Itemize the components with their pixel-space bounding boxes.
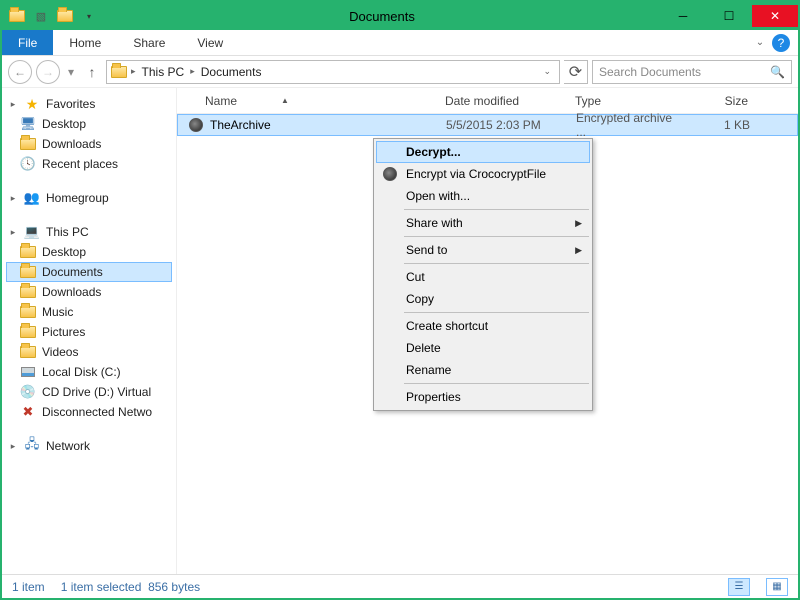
drive-icon (20, 364, 36, 380)
menu-item[interactable]: Decrypt... (376, 141, 590, 163)
refresh-button[interactable]: ⟳ (564, 60, 588, 84)
column-headers: Name▲ Date modified Type Size (177, 88, 798, 114)
nav-network[interactable]: ▸🖧Network (6, 436, 172, 456)
context-menu: Decrypt...Encrypt via CrococryptFileOpen… (373, 138, 593, 411)
close-button[interactable]: ✕ (752, 5, 798, 27)
minimize-button[interactable]: ─ (660, 5, 706, 27)
nav-item-documents[interactable]: Documents (6, 262, 172, 282)
folder-icon (20, 344, 36, 360)
status-count: 1 item (12, 580, 45, 594)
file-row[interactable]: TheArchive 5/5/2015 2:03 PM Encrypted ar… (177, 114, 798, 136)
menu-item[interactable]: Delete (376, 337, 590, 359)
qat-newfolder-icon[interactable] (54, 5, 76, 27)
nav-item-netdrive[interactable]: ✖Disconnected Netwo (6, 402, 172, 422)
sort-asc-icon: ▲ (281, 96, 289, 105)
submenu-arrow-icon: ▶ (575, 245, 582, 256)
nav-item-desktop2[interactable]: Desktop (6, 242, 172, 262)
breadcrumb-sep-icon: ▸ (190, 66, 195, 77)
qat-properties-icon[interactable]: ▧ (30, 5, 52, 27)
nav-item-localdisk[interactable]: Local Disk (C:) (6, 362, 172, 382)
history-dropdown-icon[interactable]: ▾ (64, 60, 78, 84)
search-placeholder: Search Documents (599, 65, 701, 79)
file-size: 1 KB (688, 118, 758, 132)
breadcrumb[interactable]: This PC (140, 65, 187, 79)
nav-thispc[interactable]: ▸💻This PC (6, 222, 172, 242)
col-type[interactable]: Type (567, 94, 687, 108)
ribbon-expand-icon[interactable]: ⌄ (752, 30, 768, 55)
help-icon[interactable]: ? (772, 34, 790, 52)
maximize-button[interactable]: ☐ (706, 5, 752, 27)
menu-item[interactable]: Create shortcut (376, 315, 590, 337)
ribbon-tabs: File Home Share View ⌄ ? (2, 30, 798, 56)
menu-item[interactable]: Properties (376, 386, 590, 408)
computer-icon: 💻 (24, 224, 40, 240)
qat-dropdown-icon[interactable]: ▾ (78, 5, 100, 27)
view-icons-button[interactable]: ▦ (766, 578, 788, 596)
qat-icon-folder[interactable] (6, 5, 28, 27)
address-row: ← → ▾ ↑ ▸ This PC ▸ Documents ⌄ ⟳ Search… (2, 56, 798, 88)
window-title: Documents (104, 9, 660, 24)
nav-item-downloads[interactable]: Downloads (6, 134, 172, 154)
status-bytes: 856 bytes (148, 580, 200, 594)
breadcrumb-sep-icon: ▸ (131, 66, 136, 77)
back-button[interactable]: ← (8, 60, 32, 84)
file-icon (188, 117, 204, 133)
folder-icon (20, 324, 36, 340)
menu-item[interactable]: Send to▶ (376, 239, 590, 261)
nav-homegroup[interactable]: ▸👥Homegroup (6, 188, 172, 208)
folder-icon (20, 264, 36, 280)
folder-icon (20, 244, 36, 260)
folder-icon (20, 284, 36, 300)
col-date[interactable]: Date modified (437, 94, 567, 108)
nav-item-downloads2[interactable]: Downloads (6, 282, 172, 302)
nav-item-desktop[interactable]: 🖥Desktop (6, 114, 172, 134)
view-details-button[interactable]: ☰ (728, 578, 750, 596)
file-type: Encrypted archive ... (568, 111, 688, 139)
status-selected: 1 item selected (61, 580, 142, 594)
folder-icon (20, 304, 36, 320)
status-bar: 1 item 1 item selected 856 bytes ☰ ▦ (2, 574, 798, 598)
tab-home[interactable]: Home (53, 30, 117, 55)
col-name[interactable]: Name▲ (177, 94, 437, 108)
menu-item[interactable]: Open with... (376, 185, 590, 207)
menu-item[interactable]: Copy (376, 288, 590, 310)
nav-item-videos[interactable]: Videos (6, 342, 172, 362)
breadcrumb[interactable]: Documents (199, 65, 264, 79)
tab-share[interactable]: Share (117, 30, 181, 55)
cd-icon: 💿 (20, 384, 36, 400)
address-bar[interactable]: ▸ This PC ▸ Documents ⌄ (106, 60, 560, 84)
title-bar: ▧ ▾ Documents ─ ☐ ✕ (2, 2, 798, 30)
file-date: 5/5/2015 2:03 PM (438, 118, 568, 132)
nav-item-recent[interactable]: 🕓Recent places (6, 154, 172, 174)
file-tab[interactable]: File (2, 30, 53, 55)
menu-item[interactable]: Cut (376, 266, 590, 288)
col-size[interactable]: Size (687, 94, 757, 108)
folder-icon (20, 136, 36, 152)
network-icon: 🖧 (24, 438, 40, 454)
submenu-arrow-icon: ▶ (575, 218, 582, 229)
desktop-icon: 🖥 (20, 116, 36, 132)
menu-item[interactable]: Share with▶ (376, 212, 590, 234)
menu-item[interactable]: Encrypt via CrococryptFile (376, 163, 590, 185)
file-name: TheArchive (210, 118, 271, 132)
search-input[interactable]: Search Documents 🔍 (592, 60, 792, 84)
star-icon: ★ (24, 96, 40, 112)
nav-favorites[interactable]: ▸★Favorites (6, 94, 172, 114)
menu-item[interactable]: Rename (376, 359, 590, 381)
nav-item-music[interactable]: Music (6, 302, 172, 322)
search-icon: 🔍 (770, 65, 785, 79)
nav-item-pictures[interactable]: Pictures (6, 322, 172, 342)
homegroup-icon: 👥 (24, 190, 40, 206)
netdrive-icon: ✖ (20, 404, 36, 420)
nav-item-cddrive[interactable]: 💿CD Drive (D:) Virtual (6, 382, 172, 402)
recent-icon: 🕓 (20, 156, 36, 172)
croco-icon (382, 166, 398, 182)
folder-icon (111, 64, 127, 80)
up-button[interactable]: ↑ (82, 62, 102, 82)
address-dropdown-icon[interactable]: ⌄ (539, 66, 555, 77)
navigation-pane: ▸★Favorites 🖥Desktop Downloads 🕓Recent p… (2, 88, 177, 574)
forward-button[interactable]: → (36, 60, 60, 84)
tab-view[interactable]: View (181, 30, 239, 55)
